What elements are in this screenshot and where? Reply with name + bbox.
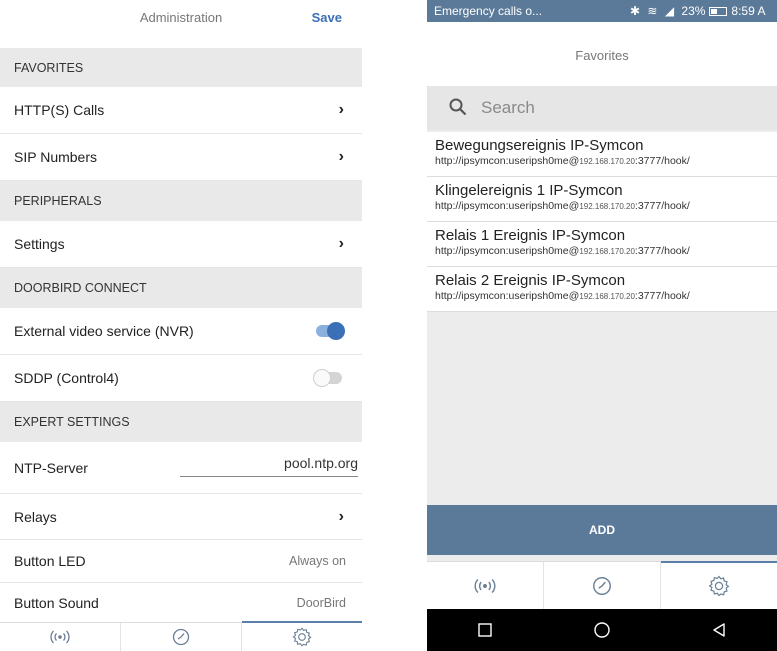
chevron-right-icon: › <box>338 235 344 252</box>
wifi-icon: ≋ <box>647 4 658 18</box>
list-item[interactable]: Bewegungsereignis IP-Symcon http://ipsym… <box>427 132 777 177</box>
battery-icon <box>709 7 728 16</box>
toggle-knob <box>313 369 331 387</box>
admin-header: Administration Save <box>0 0 362 38</box>
external-video-item: External video service (NVR) <box>0 308 362 355</box>
section-favorites: FAVORITES <box>0 48 362 87</box>
button-led-label: Button LED <box>14 553 86 569</box>
android-nav-bar <box>427 609 777 651</box>
section-peripherals: PERIPHERALS <box>0 181 362 221</box>
bluetooth-icon: ✱ <box>630 4 641 18</box>
signal-icon: ◢ <box>664 4 675 18</box>
status-icons: ✱ ≋ ◢ 23% 8:59 A <box>630 4 765 18</box>
http-calls-item[interactable]: HTTP(S) Calls › <box>0 87 362 134</box>
page-title: Favorites <box>575 48 629 63</box>
sddp-item: SDDP (Control4) <box>0 355 362 402</box>
list-item[interactable]: Klingelereignis 1 IP-Symcon http://ipsym… <box>427 177 777 222</box>
ntp-server-input[interactable]: pool.ntp.org <box>180 449 358 477</box>
carrier-label: Emergency calls o... <box>434 4 543 18</box>
sddp-toggle[interactable] <box>313 369 342 387</box>
search-input[interactable]: Search <box>481 98 761 118</box>
triangle-back-icon[interactable] <box>711 622 727 638</box>
tab-history[interactable] <box>544 562 661 609</box>
page-title: Administration <box>139 10 223 25</box>
add-button[interactable]: ADD <box>427 505 777 555</box>
sip-numbers-item[interactable]: SIP Numbers › <box>0 134 362 181</box>
settings-icon <box>292 627 312 647</box>
favorite-url: http://ipsymcon:useripsh0me@192.168.170.… <box>435 245 690 257</box>
square-nav-icon[interactable] <box>477 622 493 638</box>
circle-home-icon[interactable] <box>593 621 611 639</box>
button-led-value: Always on <box>289 554 346 568</box>
http-calls-label: HTTP(S) Calls <box>14 102 105 118</box>
sddp-label: SDDP (Control4) <box>14 370 119 386</box>
status-bar: Emergency calls o... ✱ ≋ ◢ 23% 8:59 A <box>427 0 777 22</box>
bottom-tab-bar <box>427 561 777 609</box>
settings-label: Settings <box>14 236 65 252</box>
search-bar[interactable]: Search <box>427 86 777 130</box>
external-video-label: External video service (NVR) <box>14 323 194 339</box>
chevron-right-icon: › <box>338 148 344 165</box>
favorite-url: http://ipsymcon:useripsh0me@192.168.170.… <box>435 155 690 167</box>
favorite-name: Relais 1 Ereignis IP-Symcon <box>435 227 626 244</box>
battery-percent: 23% <box>681 4 706 18</box>
ntp-server-item: NTP-Server pool.ntp.org <box>0 442 362 494</box>
sip-numbers-label: SIP Numbers <box>14 149 97 165</box>
tab-settings[interactable] <box>661 561 777 609</box>
tab-history[interactable] <box>121 623 242 651</box>
favorites-list: Bewegungsereignis IP-Symcon http://ipsym… <box>427 132 777 312</box>
tab-settings[interactable] <box>242 621 362 651</box>
broadcast-icon <box>50 630 70 644</box>
favorite-name: Klingelereignis 1 IP-Symcon <box>435 182 623 199</box>
button-sound-label: Button Sound <box>14 595 99 611</box>
favorite-name: Bewegungsereignis IP-Symcon <box>435 137 644 154</box>
bottom-tab-bar <box>0 621 362 651</box>
save-button[interactable]: Save <box>312 10 342 25</box>
favorites-screen: Emergency calls o... ✱ ≋ ◢ 23% 8:59 A Fav… <box>427 0 777 651</box>
ntp-server-label: NTP-Server <box>14 459 88 476</box>
external-video-toggle[interactable] <box>316 322 345 340</box>
button-sound-item[interactable]: Button Sound DoorBird <box>0 583 362 623</box>
list-item[interactable]: Relais 1 Ereignis IP-Symcon http://ipsym… <box>427 222 777 267</box>
favorite-url: http://ipsymcon:useripsh0me@192.168.170.… <box>435 290 690 302</box>
settings-item[interactable]: Settings › <box>0 221 362 268</box>
tab-live[interactable] <box>427 562 544 609</box>
list-item[interactable]: Relais 2 Ereignis IP-Symcon http://ipsym… <box>427 267 777 312</box>
settings-icon <box>708 575 730 596</box>
chevron-right-icon: › <box>338 507 344 525</box>
history-icon <box>593 576 611 595</box>
history-icon <box>172 628 190 646</box>
favorite-name: Relais 2 Ereignis IP-Symcon <box>435 272 626 289</box>
search-icon <box>449 98 467 116</box>
toggle-knob <box>327 322 345 340</box>
button-led-item[interactable]: Button LED Always on <box>0 540 362 583</box>
relays-label: Relays <box>14 508 57 525</box>
section-expert-settings: EXPERT SETTINGS <box>0 402 362 442</box>
favorite-url: http://ipsymcon:useripsh0me@192.168.170.… <box>435 200 690 212</box>
relays-item[interactable]: Relays › <box>0 494 362 540</box>
button-sound-value: DoorBird <box>296 596 346 610</box>
section-doorbird-connect: DOORBIRD CONNECT <box>0 268 362 308</box>
chevron-right-icon: › <box>338 101 344 118</box>
clock: 8:59 A <box>731 4 766 18</box>
admin-screen: Administration Save FAVORITES HTTP(S) Ca… <box>0 0 362 651</box>
tab-live[interactable] <box>0 623 121 651</box>
broadcast-icon <box>474 578 496 593</box>
